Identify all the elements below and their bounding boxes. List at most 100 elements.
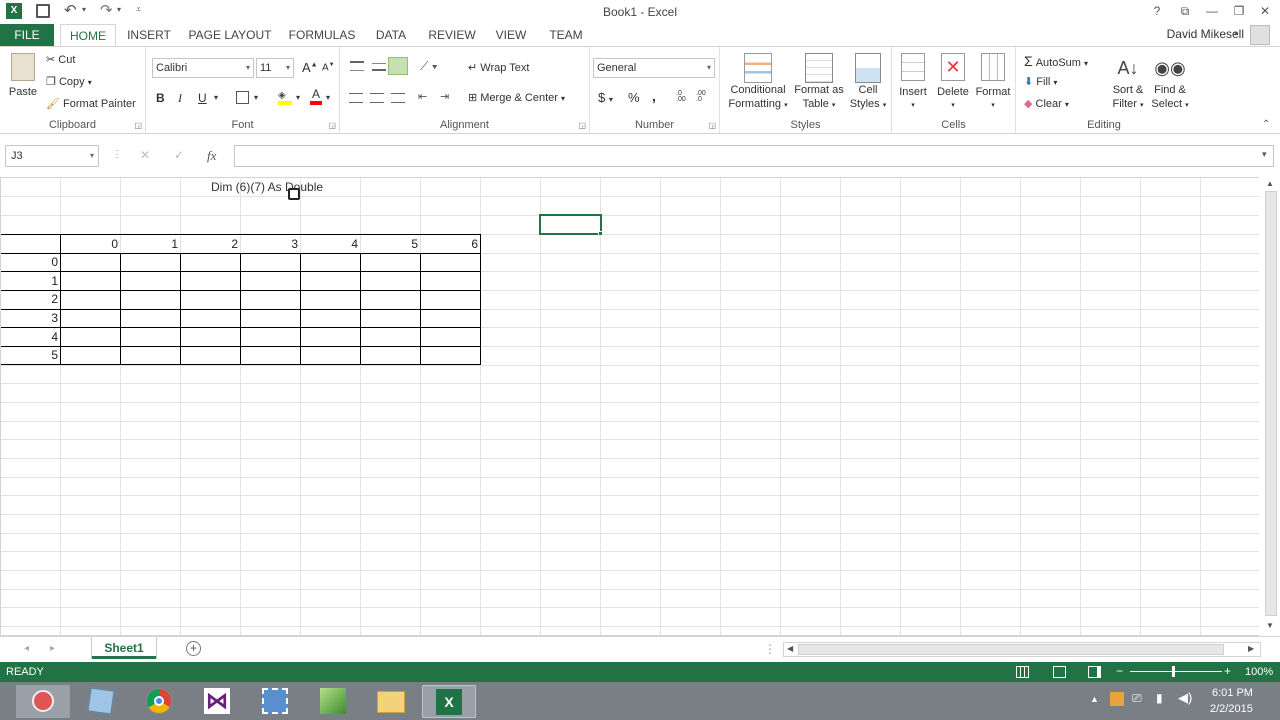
font-color-icon[interactable]: A <box>310 88 322 105</box>
tab-insert[interactable]: INSERT <box>122 24 176 46</box>
zoom-slider-thumb[interactable] <box>1172 666 1175 677</box>
fill-button[interactable]: ⬇ Fill ▾ <box>1024 75 1057 88</box>
autosum-button[interactable]: Σ AutoSum ▾ <box>1024 53 1088 69</box>
row-header-1[interactable]: 1 <box>1 272 58 290</box>
worksheet-grid[interactable]: Dim (6)(7) As Double 0 1 2 3 4 5 6 0 1 2… <box>0 177 1259 636</box>
copy-button[interactable]: ❐ Copy ▾ <box>46 75 92 88</box>
taskbar-app-6[interactable] <box>306 685 360 718</box>
scroll-down-icon[interactable]: ▼ <box>1266 621 1274 630</box>
hscroll-right-icon[interactable]: ▶ <box>1248 644 1254 653</box>
help-button[interactable]: ? <box>1146 2 1168 20</box>
tray-device-icon[interactable]: ⎚ <box>1132 691 1142 706</box>
cell-styles-button[interactable]: Cell Styles ▾ <box>848 53 888 113</box>
clipboard-launcher-icon[interactable]: ◲ <box>134 121 142 130</box>
conditional-formatting-button[interactable]: Conditional Formatting ▾ <box>726 53 790 113</box>
shrink-font-button[interactable]: A▼ <box>322 62 335 73</box>
col-header-6[interactable]: 6 <box>421 235 478 253</box>
bold-button[interactable]: B <box>156 91 165 105</box>
tab-view[interactable]: VIEW <box>492 24 530 46</box>
italic-button[interactable]: I <box>178 91 182 106</box>
cancel-icon[interactable]: ✕ <box>140 148 150 162</box>
delete-cells-button[interactable]: ✕ Delete ▾ <box>936 53 970 113</box>
fill-handle[interactable] <box>598 231 603 236</box>
show-hidden-icons-icon[interactable]: ▲ <box>1090 694 1099 704</box>
cut-button[interactable]: ✂ Cut <box>46 53 75 66</box>
vertical-scrollbar[interactable]: ▲ ▼ <box>1262 177 1280 636</box>
fill-color-dropdown-icon[interactable]: ▾ <box>296 93 300 102</box>
network-icon[interactable]: ▮ <box>1156 691 1163 705</box>
prev-sheet-icon[interactable]: ◂ <box>24 643 29 654</box>
col-header-0[interactable]: 0 <box>61 235 118 253</box>
format-as-table-button[interactable]: Format as Table ▾ <box>792 53 846 113</box>
array-heading[interactable]: Dim (6)(7) As Double <box>211 178 323 196</box>
col-header-3[interactable]: 3 <box>241 235 298 253</box>
grow-font-button[interactable]: A▲ <box>302 60 318 75</box>
increase-decimal-button[interactable]: .0 .00 <box>676 90 692 103</box>
align-right-icon[interactable] <box>391 93 405 103</box>
expand-formula-icon[interactable]: ▾ <box>1262 149 1267 160</box>
comma-button[interactable]: , <box>652 88 656 104</box>
fill-color-icon[interactable]: ◈ <box>278 90 292 105</box>
row-header-2[interactable]: 2 <box>1 290 58 308</box>
zoom-in-button[interactable]: + <box>1224 664 1231 678</box>
clock-date[interactable]: 2/2/2015 <box>1210 703 1253 715</box>
horizontal-scrollbar[interactable]: ◀ ▶ <box>783 642 1261 657</box>
col-header-4[interactable]: 4 <box>301 235 358 253</box>
insert-cells-button[interactable]: Insert ▾ <box>898 53 928 113</box>
normal-view-icon[interactable] <box>1016 666 1029 678</box>
ribbon-display-button[interactable]: ⧉ <box>1174 2 1196 20</box>
font-color-dropdown-icon[interactable]: ▾ <box>326 93 330 102</box>
collapse-ribbon-icon[interactable]: ⌃ <box>1262 119 1270 130</box>
start-button[interactable] <box>0 682 16 720</box>
tab-formulas[interactable]: FORMULAS <box>286 24 358 46</box>
align-middle-icon[interactable] <box>372 63 386 71</box>
font-size-select[interactable]: 11 ▾ <box>256 58 294 78</box>
row-header-4[interactable]: 4 <box>1 328 58 346</box>
currency-button[interactable]: $ ▾ <box>598 90 613 105</box>
page-layout-view-icon[interactable] <box>1053 666 1066 678</box>
find-select-button[interactable]: ◉◉ Find & Select ▾ <box>1150 53 1190 113</box>
underline-dropdown-icon[interactable]: ▾ <box>214 93 218 102</box>
tray-app-icon[interactable] <box>1110 692 1124 706</box>
col-header-5[interactable]: 5 <box>361 235 418 253</box>
row-header-5[interactable]: 5 <box>1 346 58 364</box>
tab-page-layout[interactable]: PAGE LAYOUT <box>186 24 274 46</box>
zoom-out-button[interactable]: − <box>1116 664 1123 678</box>
close-button[interactable]: ✕ <box>1254 2 1276 20</box>
enter-icon[interactable]: ✓ <box>174 148 184 162</box>
clear-button[interactable]: ◆ Clear ▾ <box>1024 97 1069 110</box>
hscroll-thumb[interactable] <box>798 644 1224 655</box>
maximize-button[interactable]: ❐ <box>1228 2 1250 20</box>
volume-icon[interactable]: ◀) <box>1178 690 1192 706</box>
format-painter-button[interactable]: 🖌 Format Painter <box>46 97 136 110</box>
borders-icon[interactable] <box>236 91 249 104</box>
taskbar-excel[interactable]: X <box>422 685 476 718</box>
taskbar-explorer[interactable] <box>364 685 418 718</box>
orientation-icon[interactable]: ⟋ ▾ <box>420 59 438 74</box>
sort-filter-button[interactable]: A↓ Sort & Filter ▾ <box>1108 53 1148 113</box>
next-sheet-icon[interactable]: ▸ <box>50 643 55 654</box>
row-header-0[interactable]: 0 <box>1 253 58 271</box>
format-cells-button[interactable]: Format ▾ <box>974 53 1012 113</box>
row-header-3[interactable]: 3 <box>1 309 58 327</box>
taskbar-chrome[interactable] <box>132 685 186 718</box>
font-name-select[interactable]: Calibri ▾ <box>152 58 254 78</box>
taskbar-video[interactable] <box>248 685 302 718</box>
alignment-launcher-icon[interactable]: ◲ <box>578 121 586 130</box>
align-center-icon[interactable] <box>370 93 384 103</box>
tab-file[interactable]: FILE <box>0 24 54 46</box>
col-header-1[interactable]: 1 <box>121 235 178 253</box>
align-top-icon[interactable] <box>350 61 364 71</box>
borders-dropdown-icon[interactable]: ▾ <box>254 93 258 102</box>
wrap-text-button[interactable]: ↵ Wrap Text <box>468 61 529 74</box>
page-break-view-icon[interactable] <box>1088 666 1101 678</box>
align-bottom-icon[interactable] <box>388 57 408 75</box>
insert-function-icon[interactable]: fx <box>207 148 216 164</box>
tab-data[interactable]: DATA <box>370 24 412 46</box>
active-cell[interactable] <box>539 214 602 235</box>
taskbar-app-2[interactable] <box>74 685 128 718</box>
zoom-level[interactable]: 100% <box>1245 666 1273 678</box>
taskbar-visual-studio[interactable]: ⋈ <box>190 685 244 718</box>
decrease-indent-icon[interactable]: ⇤ <box>418 90 427 103</box>
clock-time[interactable]: 6:01 PM <box>1212 687 1253 699</box>
